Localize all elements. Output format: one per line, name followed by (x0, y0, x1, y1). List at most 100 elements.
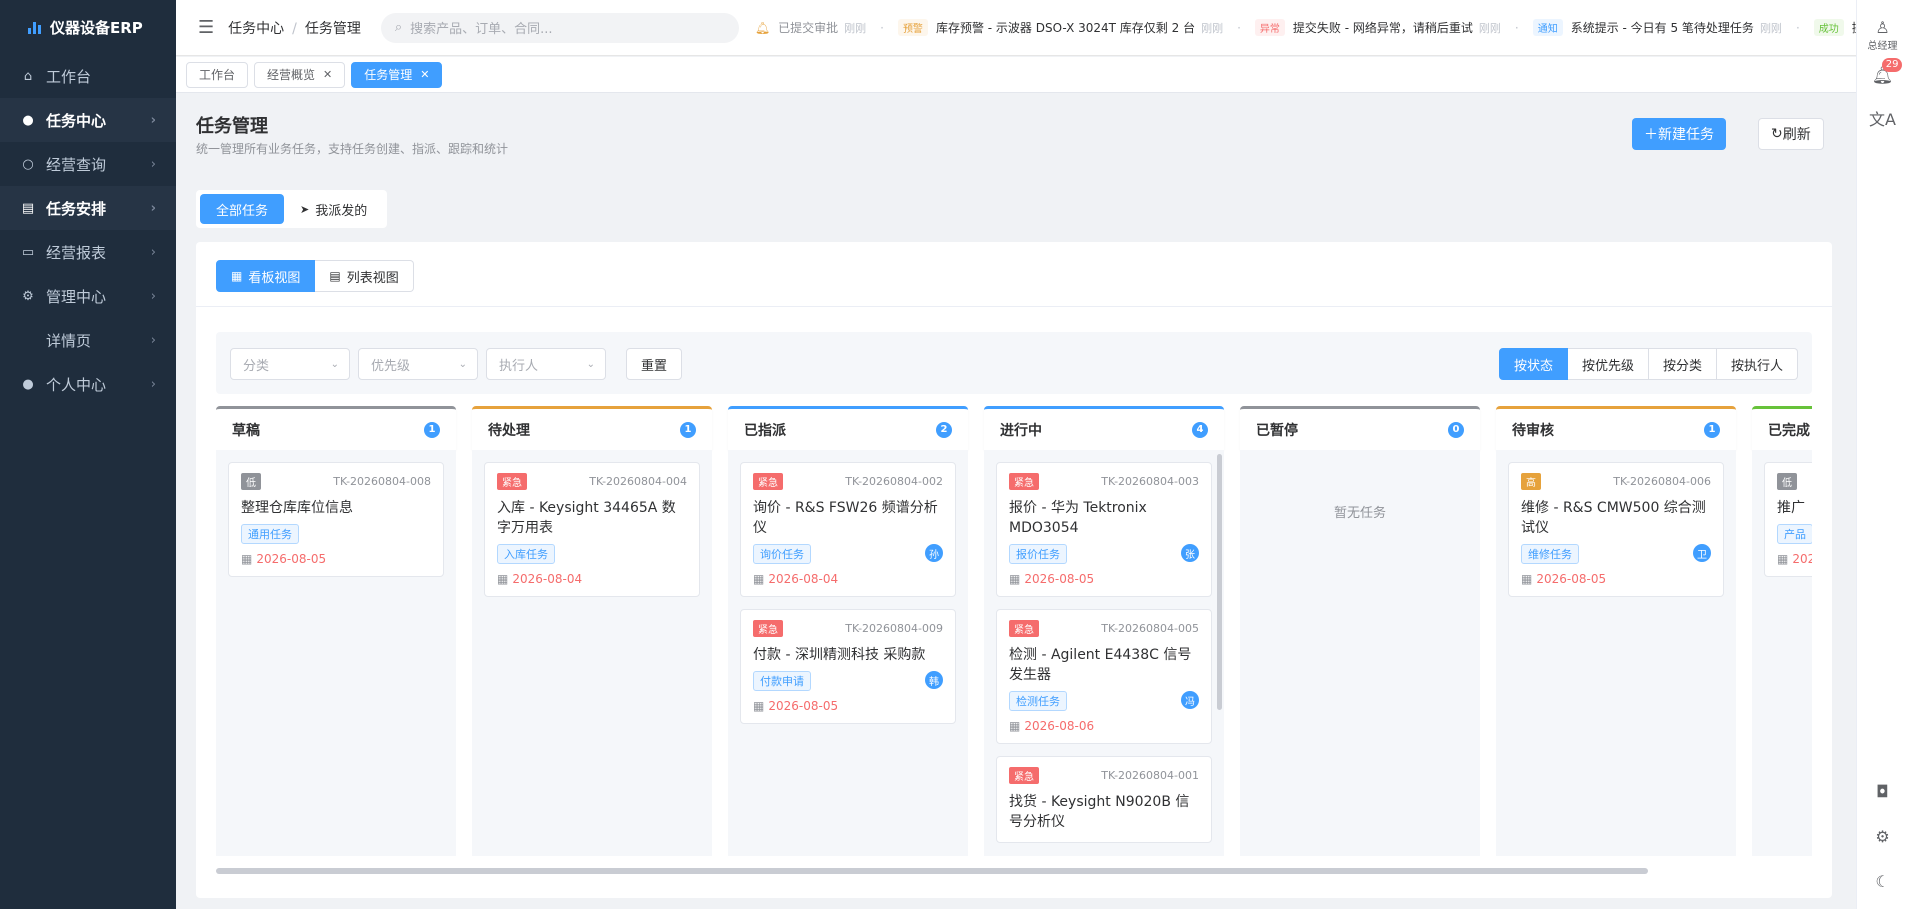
chevron-down-icon: ⌄ (330, 358, 339, 370)
chevron-down-icon: ⌄ (586, 358, 595, 370)
tab-task-management[interactable]: 任务管理 ✕ (351, 61, 443, 88)
board-view-button[interactable]: ▦ 看板视图 (216, 260, 316, 292)
task-card[interactable]: 紧急 TK-20260804-004 入库 - Keysight 34465A 数字… (484, 462, 700, 597)
sidebar-item-business-report[interactable]: ▭ 经营报表 › (0, 230, 176, 274)
horizontal-scrollbar[interactable] (216, 868, 1648, 874)
translate-icon[interactable]: 文A (1869, 106, 1896, 130)
info-tag: 通知 (1532, 19, 1563, 36)
priority-badge: 低 (1777, 473, 1797, 490)
group-by-assignee[interactable]: 按执行人 (1716, 348, 1798, 380)
sidebar-item-task-center[interactable]: ● 任务中心 › (0, 98, 176, 142)
task-title: 入库 - Keysight 34465A 数字万用表 (497, 500, 676, 536)
task-category-tag: 报价任务 (1009, 544, 1067, 564)
column-count-badge: 0 (1448, 421, 1464, 438)
column-scrollbar[interactable] (1217, 454, 1222, 710)
assignee-avatar[interactable]: 韩 (925, 671, 943, 689)
list-icon: ▤ (329, 269, 341, 283)
chevron-right-icon: › (150, 244, 156, 260)
sidebar-item-label: 经营报表 (46, 243, 107, 262)
task-category-tag: 产品 (1777, 524, 1812, 544)
task-card[interactable]: 紧急 TK-20260804-009 付款 - 深圳精测科技 采购款 付款申请 韩 ▦ 20… (740, 609, 956, 724)
sidebar-item-label: 经营查询 (46, 155, 107, 174)
new-task-button[interactable]: ＋新建任务 (1632, 118, 1726, 150)
priority-badge: 低 (241, 473, 261, 490)
scope-my-dispatched[interactable]: ➤ 我派发的 (284, 194, 383, 224)
priority-select[interactable]: 优先级 ⌄ (358, 348, 478, 380)
calendar-icon: ▦ (1777, 552, 1789, 566)
gear-icon[interactable]: ⚙ (1875, 827, 1889, 846)
assignee-avatar[interactable]: 冯 (1181, 691, 1199, 709)
reset-button[interactable]: 重置 (626, 348, 683, 380)
tab-workbench[interactable]: 工作台 (186, 61, 249, 88)
assignee-avatar[interactable]: 孙 (925, 544, 943, 562)
ticker-item[interactable]: 预警 库存预警 - 示波器 DSO-X 3024T 库存仅剩 2 台 刚刚 · (897, 19, 1241, 36)
task-category-tag: 询价任务 (753, 544, 811, 564)
kanban-board: 草稿 1 低 TK-20260804-008 整理仓库库位信息 通用任务 ▦ 2026-08-… (216, 406, 1812, 856)
kanban-column: 已完成低推广 产品 ▦ 202 (1752, 406, 1812, 856)
assignee-select[interactable]: 执行人 ⌄ (486, 348, 606, 380)
top-bar: ☰ 任务中心 / 任务管理 ⌕ 搜索产品、订单、合同... 🔔︎ 已提交审批 刚刚 … (176, 0, 1856, 56)
sidebar-item-detail[interactable]: 详情页 › (0, 318, 176, 362)
list-view-button[interactable]: ▤ 列表视图 (315, 260, 414, 292)
tab-business-overview[interactable]: 经营概览 ✕ (254, 61, 346, 88)
calendar-icon: ▦ (1521, 572, 1533, 586)
assignee-avatar[interactable]: 卫 (1693, 544, 1711, 562)
kanban-column: 待审核 1 高 TK-20260804-006 维修 - R&S CMW500 综合测试… (1496, 406, 1736, 856)
close-icon[interactable]: ✕ (420, 68, 429, 81)
close-icon[interactable]: ✕ (323, 68, 332, 81)
task-category-tag: 检测任务 (1009, 691, 1067, 711)
task-card[interactable]: 低 TK-20260804-008 整理仓库库位信息 通用任务 ▦ 2026-08-05 (228, 462, 444, 577)
ticker-item[interactable]: 🔔︎ 已提交审批 刚刚 · (755, 19, 884, 36)
user-icon: ♙ (1875, 18, 1890, 37)
notification-bell[interactable]: 🔔︎ 29 (1872, 58, 1903, 86)
menu-toggle-icon[interactable]: ☰ (198, 17, 214, 38)
scope-all-tasks[interactable]: 全部任务 (200, 194, 285, 224)
breadcrumb-item[interactable]: 任务中心 (228, 21, 284, 37)
moon-icon[interactable]: ☾ (1875, 872, 1889, 891)
task-id: TK-20260804-009 (845, 622, 943, 635)
sidebar-item-personal[interactable]: ● 个人中心 › (0, 362, 176, 406)
sidebar-item-label: 详情页 (46, 331, 92, 350)
home-icon: ⌂ (23, 68, 33, 84)
notification-count-badge: 29 (1881, 58, 1903, 72)
category-select[interactable]: 分类 ⌄ (230, 348, 350, 380)
task-card[interactable]: 紧急 TK-20260804-002 询价 - R&S FSW26 频谱分析仪 询价任… (740, 462, 956, 597)
sidebar-item-workbench[interactable]: ⌂ 工作台 (0, 54, 176, 98)
sidebar-item-business-query[interactable]: ○ 经营查询 › (0, 142, 176, 186)
column-body: 低 TK-20260804-008 整理仓库库位信息 通用任务 ▦ 2026-08-05 (216, 450, 456, 856)
task-title: 付款 - 深圳精测科技 采购款 (753, 647, 926, 663)
column-header: 已指派 2 (728, 406, 968, 450)
column-count-badge: 2 (936, 421, 952, 438)
view-switch: ▦ 看板视图 ▤ 列表视图 (216, 260, 414, 292)
group-by-category[interactable]: 按分类 (1648, 348, 1717, 380)
task-card[interactable]: 高 TK-20260804-006 维修 - R&S CMW500 综合测试仪 维修任… (1508, 462, 1724, 597)
robot-icon[interactable]: ◘ (1876, 782, 1889, 801)
refresh-button[interactable]: ↻ 刷新 (1758, 118, 1824, 150)
page-subtitle: 统一管理所有业务任务，支持任务创建、指派、跟踪和统计 (196, 142, 509, 156)
task-card[interactable]: 紧急 TK-20260804-005 检测 - Agilent E4438C 信号发… (996, 609, 1212, 744)
ticker-item[interactable]: 异常 提交失败 - 网络异常，请稍后重试 刚刚 · (1254, 19, 1519, 36)
task-title: 找货 - Keysight N9020B 信号分析仪 (1009, 794, 1190, 830)
task-category-tag: 维修任务 (1521, 544, 1579, 564)
calendar-icon: ▦ (753, 572, 765, 586)
app-logo[interactable]: 仪器设备ERP (0, 0, 176, 54)
task-card[interactable]: 紧急 TK-20260804-003 报价 - 华为 Tektronix MDO30… (996, 462, 1212, 597)
group-by-priority[interactable]: 按优先级 (1567, 348, 1649, 380)
breadcrumb-separator: / (292, 20, 297, 37)
task-panel: ▦ 看板视图 ▤ 列表视图 分类 ⌄ 优先级 ⌄ 执行人 ⌄ 重置 按状态 按优先级 按分… (196, 242, 1832, 898)
ticker-item[interactable]: 成功 操 (1813, 19, 1856, 36)
assignee-avatar[interactable]: 张 (1181, 544, 1199, 562)
kanban-column: 草稿 1 低 TK-20260804-008 整理仓库库位信息 通用任务 ▦ 2026-08-… (216, 406, 456, 856)
sidebar-item-management[interactable]: ⚙ 管理中心 › (0, 274, 176, 318)
ticker-item[interactable]: 通知 系统提示 - 今日有 5 笔待处理任务 刚刚 · (1532, 19, 1800, 36)
sidebar-item-task-arrangement[interactable]: ▤ 任务安排 › (0, 186, 176, 230)
column-title: 已完成 (1768, 422, 1810, 439)
group-by-status[interactable]: 按状态 (1498, 348, 1568, 380)
global-search-input[interactable]: ⌕ 搜索产品、订单、合同... (380, 12, 739, 43)
task-card[interactable]: 低推广 产品 ▦ 202 (1764, 462, 1812, 577)
task-id: TK-20260804-003 (1101, 475, 1199, 488)
user-menu[interactable]: ♙ 总经理 (1868, 18, 1898, 52)
task-card[interactable]: 紧急 TK-20260804-001 找货 - Keysight N9020B 信号… (996, 756, 1212, 843)
group-by-switch: 按状态 按优先级 按分类 按执行人 (1498, 348, 1798, 380)
task-id: TK-20260804-008 (333, 475, 431, 488)
